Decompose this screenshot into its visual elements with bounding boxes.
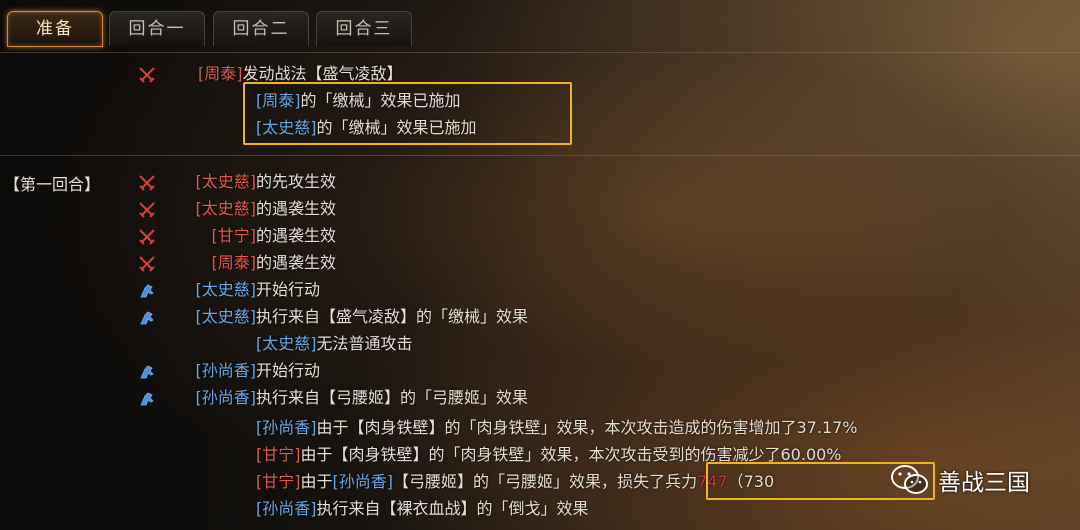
general-name: [太史慈] <box>256 334 317 353</box>
highlight-box <box>243 82 572 145</box>
horse-icon <box>140 392 154 406</box>
log-line: [太史慈]开始行动 <box>195 280 321 299</box>
general-name: [周泰] <box>211 253 257 272</box>
log-line: [太史慈]的遇袭生效 <box>195 199 337 218</box>
general-name: [甘宁] <box>211 226 257 245</box>
horse-icon <box>140 311 154 325</box>
wechat-icon <box>891 465 928 494</box>
tab-bar: 准备 回合一 回合二 回合三 <box>0 0 1080 52</box>
general-name: [太史慈] <box>195 172 257 191</box>
general-name: [太史慈] <box>195 307 257 326</box>
general-name: [孙尚香] <box>256 418 317 437</box>
general-name: [太史慈] <box>195 199 257 218</box>
crossed-swords-icon <box>139 202 155 218</box>
log-line: [孙尚香]由于【肉身铁壁】的「肉身铁壁」效果，本次攻击造成的伤害增加了37.17… <box>256 418 858 437</box>
tab-prep[interactable]: 准备 <box>7 11 103 47</box>
log-line: [周泰]的遇袭生效 <box>211 253 337 272</box>
crossed-swords-icon <box>139 67 155 83</box>
log-line: [太史慈]执行来自【盛气凌敌】的「缴械」效果 <box>195 307 529 326</box>
tab-divider <box>0 52 1080 53</box>
log-line: [甘宁]的遇袭生效 <box>211 226 337 245</box>
general-name: [孙尚香] <box>195 388 257 407</box>
general-name: [太史慈] <box>195 280 257 299</box>
log-line: [孙尚香]开始行动 <box>195 361 321 380</box>
section-divider <box>0 155 1080 156</box>
log-line: [太史慈]无法普通攻击 <box>256 334 413 353</box>
horse-icon <box>140 284 154 298</box>
crossed-swords-icon <box>139 175 155 191</box>
tab-round-1[interactable]: 回合一 <box>109 11 205 46</box>
tab-round-3[interactable]: 回合三 <box>316 11 412 46</box>
log-line-effect: [孙尚香]执行来自【裸衣血战】的「倒戈」效果 <box>256 499 589 518</box>
tab-round-2[interactable]: 回合二 <box>213 11 309 46</box>
log-line: [孙尚香]执行来自【弓腰姬】的「弓腰姬」效果 <box>195 388 529 407</box>
round-label: 【第一回合】 <box>4 175 101 194</box>
watermark: 善战三国 <box>890 458 1030 502</box>
horse-icon <box>140 365 154 379</box>
general-name: [甘宁] <box>256 445 301 464</box>
crossed-swords-icon <box>139 229 155 245</box>
general-name: [孙尚香] <box>195 361 257 380</box>
crossed-swords-icon <box>139 256 155 272</box>
log-line: [太史慈]的先攻生效 <box>195 172 337 191</box>
